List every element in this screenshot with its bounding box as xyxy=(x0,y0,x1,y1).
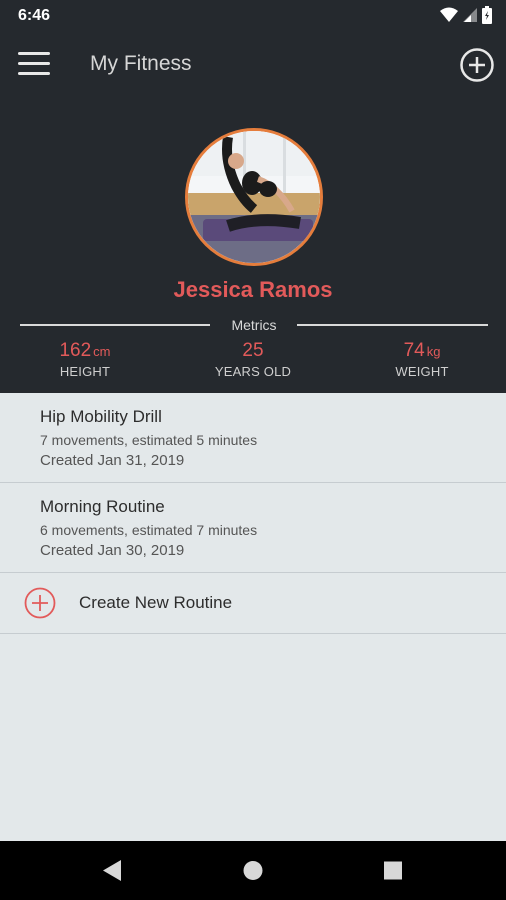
weight-unit: kg xyxy=(426,344,441,359)
signal-icon xyxy=(463,8,477,22)
create-routine-label: Create New Routine xyxy=(79,593,233,612)
height-metric: 162 cm HEIGHT xyxy=(40,340,130,379)
wifi-icon xyxy=(440,7,458,22)
add-circle-icon xyxy=(24,587,56,619)
weight-value: 74 xyxy=(403,340,425,361)
age-label: YEARS OLD xyxy=(214,364,292,379)
routine-summary: 7 movements, estimated 5 minutes xyxy=(40,432,258,448)
page-title: My Fitness xyxy=(90,52,192,75)
user-name: Jessica Ramos xyxy=(173,277,333,302)
routine-list: Hip Mobility Drill 7 movements, estimate… xyxy=(0,393,506,634)
avatar xyxy=(185,128,323,266)
create-routine-button[interactable]: Create New Routine xyxy=(0,573,506,634)
routine-title: Hip Mobility Drill xyxy=(40,407,162,426)
battery-icon xyxy=(482,6,492,24)
routine-title: Morning Routine xyxy=(40,497,165,516)
metrics-divider: Metrics xyxy=(20,316,488,336)
add-routine-button[interactable] xyxy=(460,48,494,82)
weight-label: WEIGHT xyxy=(395,364,449,379)
weight-metric: 74 kg WEIGHT xyxy=(380,340,464,379)
back-icon[interactable] xyxy=(83,841,143,900)
age-value: 25 xyxy=(242,340,264,361)
status-bar: 6:46 xyxy=(0,0,506,32)
routine-created: Created Jan 31, 2019 xyxy=(40,452,185,469)
profile-photo xyxy=(188,131,320,263)
app-bar: My Fitness xyxy=(0,32,506,96)
routine-summary: 6 movements, estimated 7 minutes xyxy=(40,522,258,538)
status-icons xyxy=(440,6,492,24)
home-icon[interactable] xyxy=(223,841,283,900)
recents-icon[interactable] xyxy=(363,841,423,900)
routine-item[interactable]: Hip Mobility Drill 7 movements, estimate… xyxy=(0,393,506,483)
age-metric: 25 YEARS OLD xyxy=(203,340,303,379)
status-time: 6:46 xyxy=(18,7,51,24)
height-value: 162 xyxy=(59,340,92,361)
height-unit: cm xyxy=(93,344,111,359)
hamburger-menu-icon[interactable] xyxy=(18,52,50,76)
system-nav-bar xyxy=(0,841,506,900)
routine-created: Created Jan 30, 2019 xyxy=(40,542,185,559)
routine-item[interactable]: Morning Routine 6 movements, estimated 7… xyxy=(0,483,506,573)
height-label: HEIGHT xyxy=(59,364,111,379)
